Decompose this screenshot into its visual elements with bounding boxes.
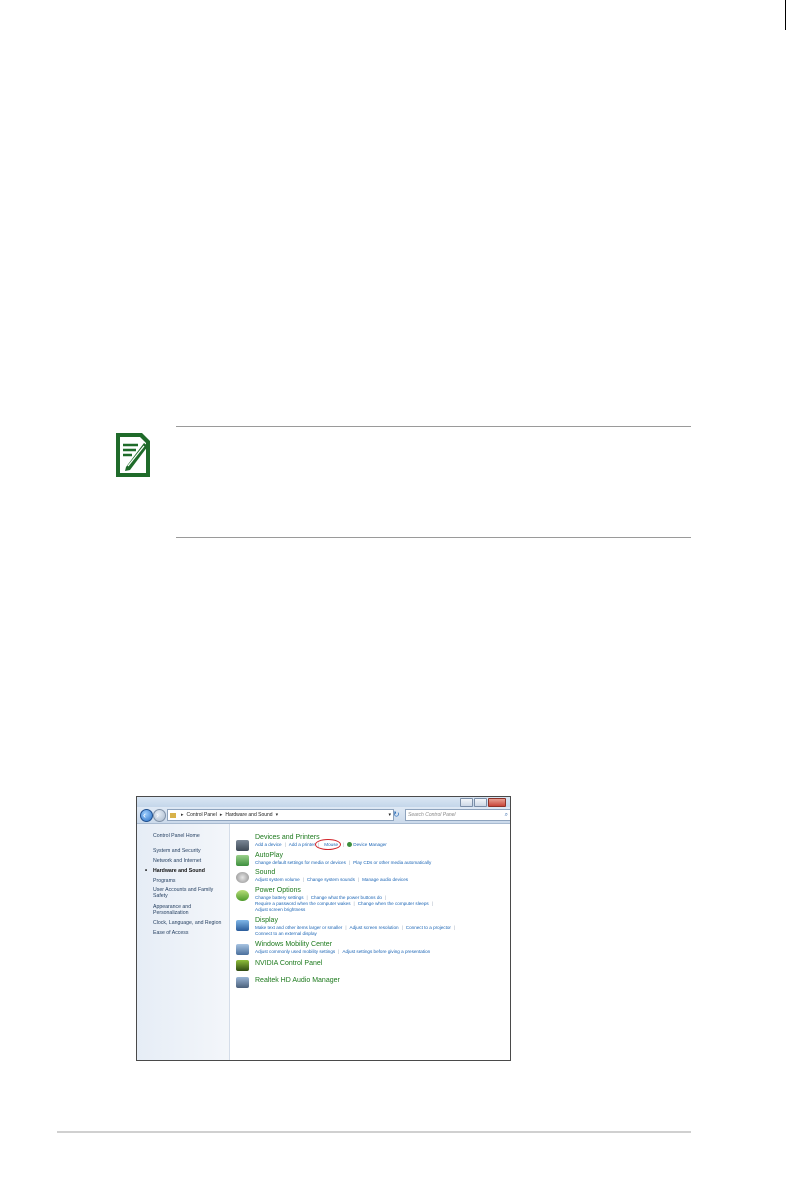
link-adjust-volume[interactable]: Adjust system volume	[255, 877, 300, 882]
category-title[interactable]: Sound	[255, 869, 275, 877]
control-panel-window: ‹ › ▸ Control Panel ▸ Hardware and Sound…	[136, 796, 511, 1061]
shield-icon	[347, 842, 353, 847]
speaker-icon	[236, 872, 249, 883]
sidebar-item-user-accounts[interactable]: User Accounts and Family Safety	[153, 887, 217, 899]
back-button[interactable]: ‹	[140, 809, 153, 822]
breadcrumb-hardware-and-sound[interactable]: Hardware and Sound	[225, 810, 272, 820]
sidebar-item-appearance[interactable]: Appearance and Personalization	[153, 904, 203, 916]
link-add-device[interactable]: Add a device	[255, 842, 282, 847]
autoplay-icon	[236, 855, 249, 866]
crop-mark	[785, 0, 786, 30]
folder-icon	[170, 812, 176, 818]
sidebar-item-network-and-internet[interactable]: Network and Internet	[153, 858, 227, 864]
link-mobility-settings[interactable]: Adjust commonly used mobility settings	[255, 949, 335, 954]
nvidia-icon	[236, 960, 249, 971]
highlight-circle	[315, 839, 342, 850]
address-field[interactable]: ▸ Control Panel ▸ Hardware and Sound ▾ ▾	[167, 809, 394, 821]
link-screen-resolution[interactable]: Adjust screen resolution	[350, 925, 399, 930]
main-content: Devices and Printers Add a device | Add a …	[230, 824, 510, 1060]
printer-icon	[236, 840, 249, 851]
category-title[interactable]: AutoPlay	[255, 852, 283, 860]
mobility-icon	[236, 944, 249, 955]
link-manage-audio[interactable]: Manage audio devices	[362, 877, 408, 882]
address-bar: ‹ › ▸ Control Panel ▸ Hardware and Sound…	[137, 807, 510, 824]
category-title[interactable]: Windows Mobility Center	[255, 941, 332, 949]
link-presentation-settings[interactable]: Adjust settings before giving a presenta…	[342, 949, 430, 954]
breadcrumb-control-panel[interactable]: Control Panel	[187, 810, 217, 820]
link-screen-brightness[interactable]: Adjust screen brightness	[255, 907, 305, 912]
back-arrow-icon: ‹	[143, 810, 146, 820]
search-placeholder: Search Control Panel	[408, 812, 456, 818]
address-dropdown-icon[interactable]: ▾	[388, 810, 391, 820]
link-connect-projector[interactable]: Connect to a projector	[406, 925, 451, 930]
link-add-printer[interactable]: Add a printer	[289, 842, 315, 847]
category-links: Adjust commonly used mobility settings | A…	[255, 949, 431, 954]
sidebar: Control Panel Home System and Security N…	[137, 824, 230, 1060]
category-title[interactable]: Power Options	[255, 887, 301, 895]
category-title[interactable]: Display	[255, 917, 278, 925]
category-links: Change default settings for media or dev…	[255, 860, 432, 865]
title-bar	[137, 797, 510, 807]
sidebar-item-home[interactable]: Control Panel Home	[153, 833, 227, 839]
breadcrumb-separator-icon: ▸	[219, 812, 223, 818]
monitor-icon	[236, 920, 249, 931]
close-button[interactable]	[488, 798, 506, 807]
link-change-default-settings[interactable]: Change default settings for media or dev…	[255, 860, 346, 865]
link-battery-settings[interactable]: Change battery settings	[255, 895, 304, 900]
breadcrumb-separator-icon: ▸	[181, 812, 184, 818]
link-change-sounds[interactable]: Change system sounds	[307, 877, 355, 882]
note-icon	[116, 433, 150, 477]
sidebar-item-label: Hardware and Sound	[153, 868, 205, 874]
search-icon[interactable]: ⌕	[505, 810, 508, 820]
link-require-password[interactable]: Require a password when the computer wak…	[255, 901, 351, 906]
link-device-manager[interactable]: Device Manager	[353, 842, 386, 847]
power-icon	[236, 890, 249, 901]
footer-rule	[57, 1131, 691, 1133]
link-play-cds[interactable]: Play CDs or other media automatically	[353, 860, 431, 865]
sidebar-item-clock-language-region[interactable]: Clock, Language, and Region	[153, 920, 227, 926]
category-title[interactable]: Devices and Printers	[255, 834, 320, 842]
forward-arrow-icon: ›	[156, 810, 159, 820]
link-text-larger[interactable]: Make text and other items larger or smal…	[255, 925, 342, 930]
breadcrumb-dropdown-icon[interactable]: ▾	[276, 810, 279, 820]
current-bullet-icon: •	[145, 868, 148, 874]
forward-button[interactable]: ›	[153, 809, 166, 822]
note-top-rule	[176, 426, 691, 427]
caption-buttons	[459, 798, 506, 807]
sidebar-item-programs[interactable]: Programs	[153, 878, 227, 884]
category-links: Adjust screen brightness	[255, 907, 305, 913]
sidebar-item-system-and-security[interactable]: System and Security	[153, 848, 227, 854]
refresh-icon[interactable]: ↻	[393, 810, 403, 820]
maximize-button[interactable]	[474, 798, 487, 807]
category-links: Adjust system volume | Change system sound…	[255, 877, 409, 882]
category-links: Connect to an external display	[255, 931, 317, 937]
note-bottom-rule	[176, 537, 691, 538]
sidebar-item-ease-of-access[interactable]: Ease of Access	[153, 930, 227, 936]
minimize-button[interactable]	[460, 798, 473, 807]
category-title[interactable]: Realtek HD Audio Manager	[255, 977, 340, 985]
link-computer-sleeps[interactable]: Change when the computer sleeps	[358, 901, 429, 906]
link-power-buttons[interactable]: Change what the power buttons do	[311, 895, 382, 900]
realtek-icon	[236, 977, 249, 988]
search-input[interactable]: Search Control Panel ⌕	[405, 809, 510, 821]
link-external-display[interactable]: Connect to an external display	[255, 931, 317, 936]
category-links: Add a device | Add a printer | Mouse | Device …	[255, 839, 387, 850]
category-title[interactable]: NVIDIA Control Panel	[255, 960, 322, 968]
sidebar-item-hardware-and-sound[interactable]: • Hardware and Sound	[145, 868, 227, 874]
link-mouse[interactable]: Mouse	[315, 839, 342, 850]
